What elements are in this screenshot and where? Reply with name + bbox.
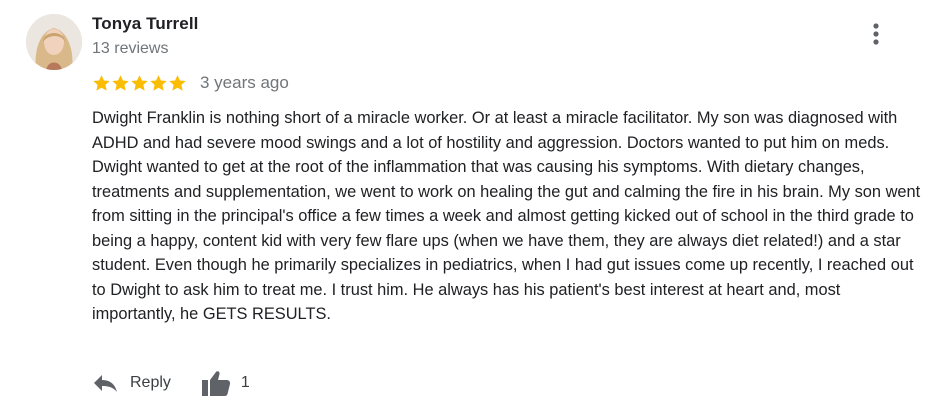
review-date: 3 years ago (200, 73, 289, 92)
reply-button[interactable]: Reply (92, 373, 171, 393)
reply-arrow-icon (94, 375, 117, 392)
review-actions: Reply 1 (92, 368, 250, 398)
more-options-button[interactable] (864, 20, 888, 48)
reviewer-name[interactable]: Tonya Turrell (92, 14, 198, 34)
star-icon (93, 74, 110, 91)
more-vertical-icon (873, 23, 879, 45)
star-icon (131, 74, 148, 91)
star-icon (150, 74, 167, 91)
reply-label: Reply (130, 374, 171, 391)
reviewer-review-count[interactable]: 13 reviews (92, 40, 168, 58)
rating-row: 3 years ago (92, 72, 289, 94)
avatar-photo (26, 14, 82, 70)
like-count: 1 (240, 374, 250, 391)
review-text: Dwight Franklin is nothing short of a mi… (92, 109, 921, 323)
star-rating (92, 74, 187, 93)
reviewer-avatar[interactable] (26, 14, 82, 70)
star-icon (112, 74, 129, 91)
like-button[interactable]: 1 (201, 369, 250, 397)
star-icon (169, 74, 186, 91)
thumbs-up-icon (201, 371, 231, 396)
